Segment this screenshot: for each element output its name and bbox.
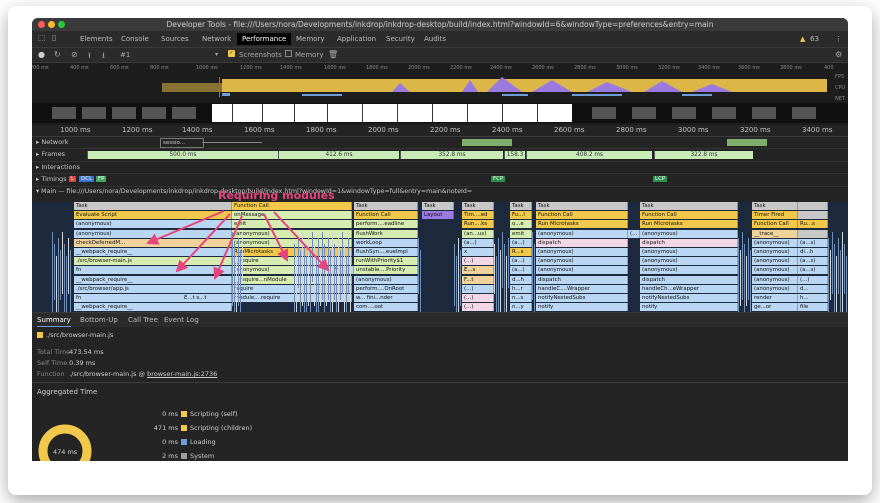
agg-label: Scripting (children) [190,424,253,432]
function-key: Function [37,370,65,378]
agg-label: Scripting (self) [190,410,238,418]
summary-file: ./src/browser-main.js [46,331,114,339]
agg-value: 471 ms [153,424,178,432]
agg-value: 2 ms [162,452,178,460]
total-time-value: 473.54 ms [69,348,104,356]
bottom-tab-bar: Summary Bottom-Up Call Tree Event Log [32,312,848,328]
tab-bottom-up[interactable]: Bottom-Up [80,316,118,324]
summary-panel: ./src/browser-main.js Total Time 473.54 … [32,327,848,461]
self-time-value: 0.39 ms [69,359,96,367]
tab-event-log[interactable]: Event Log [164,316,199,324]
agg-loading: 0 ms Loading [142,438,216,446]
function-source-link[interactable]: browser-main.js:2736 [147,370,217,378]
agg-label: Loading [190,438,216,446]
scripting-swatch [37,332,43,338]
devtools-window: Developer Tools - file:///Users/nora/Dev… [32,18,848,461]
agg-swatch [181,425,187,431]
agg-value: 0 ms [162,438,178,446]
agg-value: 0 ms [162,410,178,418]
total-time-key: Total Time [37,348,71,356]
function-value: ./src/browser-main.js @ [69,370,146,378]
agg-swatch [181,411,187,417]
agg-swatch [181,453,187,459]
agg-swatch [181,439,187,445]
aggregated-time-heading: Aggregated Time [37,388,98,396]
agg-scripting-children: 471 ms Scripting (children) [142,424,252,432]
agg-system: 2 ms System [142,452,214,460]
self-time-key: Self Time [37,359,68,367]
agg-scripting-self: 0 ms Scripting (self) [142,410,238,418]
agg-label: System [190,452,215,460]
tab-call-tree[interactable]: Call Tree [128,316,158,324]
annotation-arrows [146,210,330,280]
donut-center-label: 474 ms [53,448,78,456]
divider [32,382,848,383]
